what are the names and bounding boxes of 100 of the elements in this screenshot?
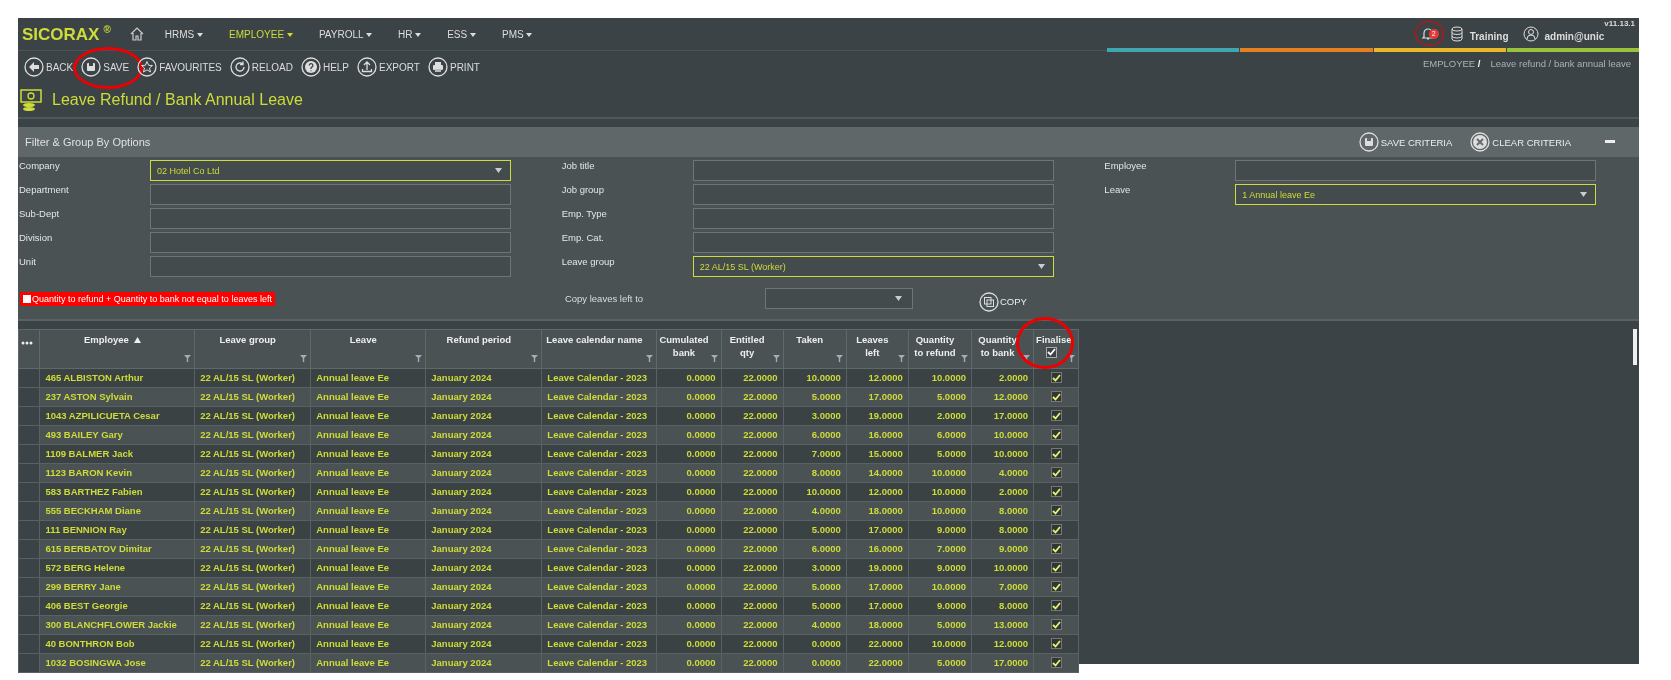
input-field[interactable] xyxy=(692,160,1054,181)
column-header[interactable]: Quantity to bank xyxy=(971,329,1034,368)
filter-title: Filter & Group By Options xyxy=(25,136,151,148)
finalise-checkbox[interactable] xyxy=(1050,562,1062,574)
column-header[interactable]: Employee xyxy=(39,329,195,368)
dropdown-arrow-icon[interactable] xyxy=(894,296,902,301)
select-all-checkbox[interactable] xyxy=(1045,346,1057,358)
criteria-button[interactable]: SAVE CRITERIA xyxy=(1352,131,1459,153)
toolbar-button[interactable]: EXPORT xyxy=(355,57,422,77)
filter-icon[interactable] xyxy=(415,354,423,362)
input-field[interactable] xyxy=(692,184,1054,205)
finalise-checkbox[interactable] xyxy=(1050,543,1062,555)
menu-item[interactable]: HRMS xyxy=(158,28,210,40)
filter-icon[interactable] xyxy=(961,354,968,362)
copy-button[interactable]: COPY xyxy=(972,290,1033,313)
field-label: Job group xyxy=(560,184,605,195)
more-icon[interactable] xyxy=(21,340,33,345)
column-header[interactable]: Refund period xyxy=(425,329,542,368)
menu-item[interactable]: HR xyxy=(391,28,428,40)
field-label: Department xyxy=(18,184,70,195)
reload-icon[interactable] xyxy=(229,57,250,77)
upload-icon[interactable] xyxy=(357,57,378,77)
mismatch-filter[interactable]: Quantity to refund + Quantity to bank not equal to leaves left xyxy=(20,291,275,306)
save-icon[interactable] xyxy=(81,57,102,77)
filter-icon[interactable] xyxy=(772,354,780,362)
save-icon[interactable] xyxy=(1358,132,1379,152)
column-header[interactable]: Cumulated bank xyxy=(656,329,722,368)
finalise-checkbox[interactable] xyxy=(1050,372,1062,384)
toolbar-button[interactable]: PRINT xyxy=(425,57,482,77)
input-field[interactable] xyxy=(150,256,511,277)
criteria-button[interactable]: CLEAR CRITERIA xyxy=(1464,131,1577,153)
toolbar-button[interactable]: RELOAD xyxy=(227,57,295,77)
column-header-label: Refund period xyxy=(446,332,511,346)
finalise-checkbox[interactable] xyxy=(1050,657,1062,669)
user-name[interactable]: admin@unic xyxy=(1544,31,1605,42)
select-field[interactable] xyxy=(764,288,913,309)
select-field[interactable]: 02 Hotel Co Ltd xyxy=(150,160,511,181)
filter-icon[interactable] xyxy=(897,354,905,362)
finalise-checkbox[interactable] xyxy=(1050,619,1062,631)
finalise-checkbox[interactable] xyxy=(1050,581,1062,593)
finalise-checkbox[interactable] xyxy=(1050,486,1062,498)
field-label: Division xyxy=(18,232,54,243)
sort-ascending-icon[interactable] xyxy=(133,336,141,343)
column-header-label: Finalise xyxy=(1036,332,1072,346)
finalise-checkbox[interactable] xyxy=(1050,410,1062,422)
logo[interactable]: SICORAX $^{®}$ xyxy=(22,23,111,45)
column-header[interactable]: Taken xyxy=(783,329,847,368)
input-field[interactable] xyxy=(692,208,1054,229)
filter-icon[interactable] xyxy=(710,354,718,362)
toolbar-button[interactable]: FAVOURITES xyxy=(135,57,224,77)
finalise-checkbox[interactable] xyxy=(1050,391,1062,403)
filter-icon[interactable] xyxy=(646,354,654,362)
menu-item[interactable]: ESS xyxy=(441,28,482,40)
select-field[interactable]: 1 Annual leave Ee xyxy=(1235,184,1597,205)
dropdown-arrow-icon[interactable] xyxy=(495,168,502,173)
column-header[interactable]: Leave calendar name xyxy=(541,329,657,368)
home-icon[interactable] xyxy=(128,26,145,42)
menu-item[interactable]: EMPLOYEE xyxy=(223,28,299,40)
finalise-checkbox[interactable] xyxy=(1050,524,1062,536)
finalise-checkbox[interactable] xyxy=(1050,600,1062,612)
input-field[interactable] xyxy=(1235,160,1597,181)
column-header[interactable]: Leave xyxy=(310,329,426,368)
filter-icon[interactable] xyxy=(300,354,308,362)
finalise-checkbox[interactable] xyxy=(1050,505,1062,517)
close-icon[interactable] xyxy=(1470,132,1491,152)
field-label: Job title xyxy=(560,160,596,171)
filter-icon[interactable] xyxy=(1068,354,1075,362)
menu-item[interactable]: PAYROLL xyxy=(312,28,378,40)
collapse-icon[interactable] xyxy=(1605,140,1615,144)
input-field[interactable] xyxy=(692,232,1054,253)
page-title: Leave Refund / Bank Annual Leave xyxy=(52,91,303,109)
filter-icon[interactable] xyxy=(531,354,539,362)
input-field[interactable] xyxy=(150,184,511,205)
database-name[interactable]: Training xyxy=(1469,31,1509,42)
toolbar-button[interactable]: HELP xyxy=(298,57,352,77)
input-field[interactable] xyxy=(150,232,511,253)
finalise-checkbox[interactable] xyxy=(1050,448,1062,460)
finalise-checkbox[interactable] xyxy=(1050,638,1062,650)
column-header[interactable]: Leave group xyxy=(194,329,311,368)
select-field[interactable]: 22 AL/15 SL (Worker) xyxy=(692,256,1054,277)
column-header[interactable]: Leaves left xyxy=(846,329,909,368)
column-header[interactable]: Entitled qty xyxy=(721,329,784,368)
arrow-left-icon[interactable] xyxy=(24,57,44,77)
help-icon[interactable] xyxy=(300,57,321,77)
menu-item[interactable]: PMS xyxy=(496,28,539,40)
filter-icon[interactable] xyxy=(184,354,192,362)
input-field[interactable] xyxy=(150,208,511,229)
scrollbar[interactable] xyxy=(1633,328,1637,365)
dropdown-arrow-icon[interactable] xyxy=(1037,264,1045,269)
copy-icon[interactable] xyxy=(978,291,999,312)
toolbar-button[interactable]: SAVE xyxy=(79,57,132,77)
finalise-checkbox[interactable] xyxy=(1050,467,1062,479)
column-header[interactable]: Quantity to refund xyxy=(908,329,972,368)
caret-icon xyxy=(415,32,422,37)
breadcrumb-link[interactable]: EMPLOYEE / xyxy=(1422,58,1481,69)
dropdown-arrow-icon[interactable] xyxy=(1580,192,1588,197)
finalise-checkbox[interactable] xyxy=(1050,429,1062,441)
toolbar-button[interactable]: BACK xyxy=(22,57,76,77)
printer-icon[interactable] xyxy=(427,57,448,77)
filter-icon[interactable] xyxy=(835,354,843,362)
